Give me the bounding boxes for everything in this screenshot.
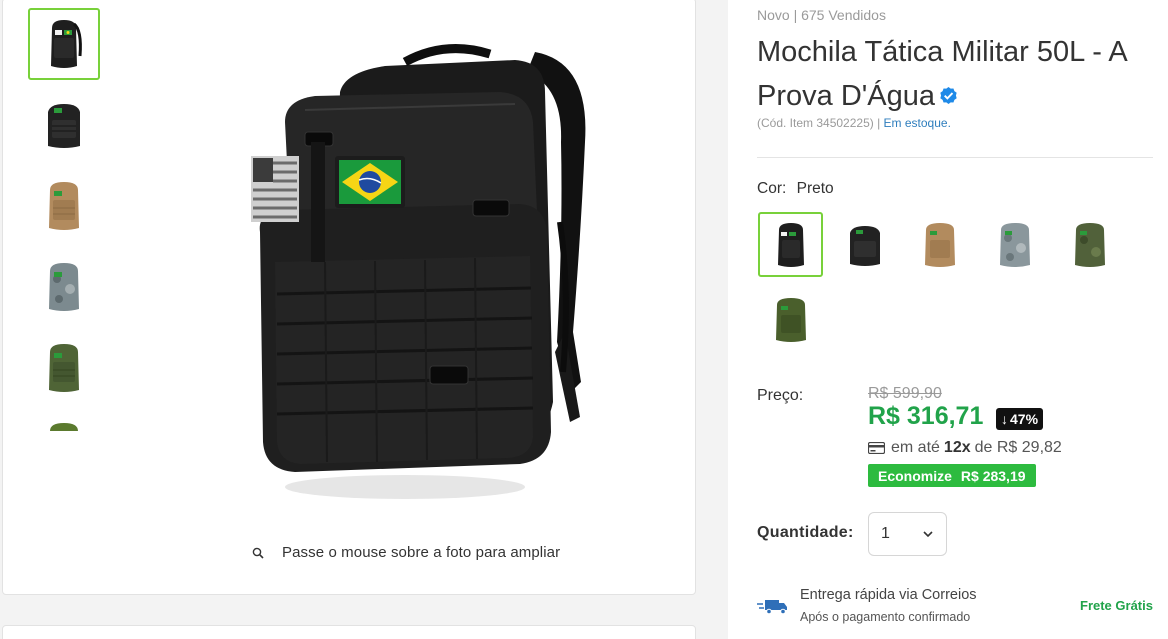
- current-price: R$ 316,71: [868, 402, 984, 430]
- delivery-truck-icon: [757, 600, 787, 615]
- verified-icon: [940, 86, 957, 104]
- backpack-green-icon: [49, 344, 79, 392]
- swatch-tan-icon: [924, 222, 955, 267]
- free-shipping-label: Frete Grátis: [1080, 598, 1153, 613]
- thumbnail-green-partial[interactable]: [28, 413, 100, 433]
- credit-card-icon: [868, 442, 885, 454]
- backpack-green-partial-icon: [50, 423, 78, 431]
- search-icon: [252, 547, 264, 559]
- sku-code: (Cód. Item 34502225) |: [757, 116, 881, 130]
- quantity-label: Quantidade:: [757, 524, 854, 541]
- installments: em até 12x de R$ 29,82: [868, 439, 1062, 457]
- backpack-camo-icon: [49, 263, 79, 311]
- swatch-tan[interactable]: [907, 212, 972, 277]
- swatch-black[interactable]: [832, 212, 897, 277]
- thumbnail-black-flag[interactable]: [28, 8, 100, 80]
- product-title: Mochila Tática Militar 50L - A Prova D'Á…: [757, 30, 1147, 118]
- installments-prefix: em até: [891, 439, 940, 456]
- swatch-black-icon: [849, 225, 880, 266]
- chevron-down-icon: [923, 531, 933, 538]
- price-label: Preço:: [757, 387, 804, 404]
- quantity-value: 1: [881, 525, 890, 542]
- color-selector-label: Cor: Preto: [757, 180, 834, 198]
- thumbnail-tan[interactable]: [28, 170, 100, 242]
- installments-suffix: de R$ 29,82: [974, 439, 1062, 456]
- thumbnail-black[interactable]: [28, 89, 100, 161]
- divider: [757, 157, 1153, 158]
- swatch-black-flag[interactable]: [758, 212, 823, 277]
- zoom-hint: Passe o mouse sobre a foto para ampliar: [252, 544, 560, 561]
- swatch-green-icon: [775, 297, 806, 342]
- discount-value: 47%: [1010, 411, 1039, 427]
- product-meta: Novo | 675 Vendidos: [757, 7, 886, 23]
- color-selected-value: Preto: [796, 180, 834, 197]
- swatch-green[interactable]: [758, 287, 823, 352]
- swatch-camo[interactable]: [982, 212, 1047, 277]
- backpack-black-icon: [48, 104, 80, 148]
- discount-badge: ↓ 47%: [996, 408, 1044, 430]
- sku-line: (Cód. Item 34502225) | Em estoque.: [757, 116, 951, 130]
- thumbnail-list: [28, 8, 100, 442]
- swatch-camo-icon: [999, 222, 1030, 267]
- backpack-tan-icon: [49, 182, 79, 230]
- main-product-image[interactable]: [245, 32, 595, 502]
- thumbnail-camo[interactable]: [28, 251, 100, 323]
- zoom-hint-text: Passe o mouse sobre a foto para ampliar: [282, 544, 561, 561]
- thumbnail-green[interactable]: [28, 332, 100, 404]
- swatch-green-camo-icon: [1074, 222, 1105, 267]
- old-price: R$ 599,90: [868, 385, 942, 402]
- stock-status: Em estoque.: [883, 116, 951, 130]
- next-section-card: [2, 625, 696, 639]
- savings-badge: Economize R$ 283,19: [868, 464, 1036, 487]
- brazil-flag-patch: [335, 156, 405, 208]
- installments-count: 12x: [943, 439, 971, 456]
- savings-label: Economize: [878, 467, 952, 484]
- arrow-down-icon: ↓: [1001, 411, 1008, 427]
- savings-value: R$ 283,19: [960, 467, 1026, 484]
- shipping-title: Entrega rápida via Correios: [800, 587, 977, 603]
- quantity-select[interactable]: 1: [868, 512, 947, 556]
- shipping-subtitle: Após o pagamento confirmado: [800, 610, 971, 624]
- swatch-black-flag-icon: [777, 222, 804, 267]
- backpack-black-flag-icon: [51, 20, 82, 68]
- color-label: Cor:: [757, 180, 787, 197]
- us-flag-patch: [251, 156, 299, 222]
- swatch-green-camo[interactable]: [1057, 212, 1122, 277]
